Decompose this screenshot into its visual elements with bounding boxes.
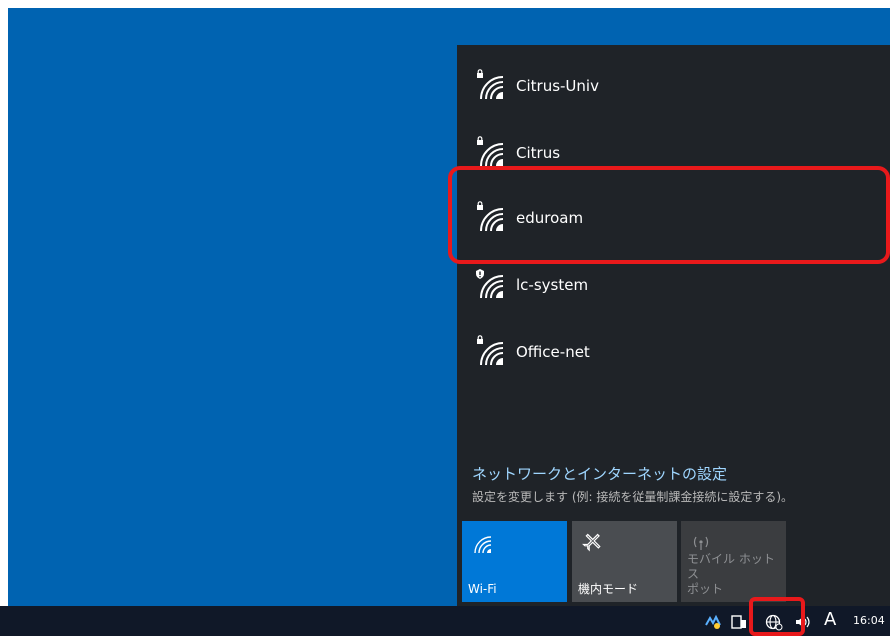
wifi-secured-icon	[477, 136, 504, 167]
network-ssid: Citrus-Univ	[516, 77, 599, 95]
network-ssid: lc-system	[516, 276, 589, 294]
hotspot-label-line1: モバイル ホットス	[687, 552, 775, 581]
wifi-toggle-button[interactable]: Wi-Fi	[462, 521, 567, 602]
network-ssid: Office-net	[516, 343, 590, 361]
hotspot-label-line2: ポット	[687, 582, 724, 596]
network-item-lc-system[interactable]: lc-system	[457, 255, 890, 315]
mobile-hotspot-label: モバイル ホットス ポット	[687, 552, 786, 597]
network-flyout: Citrus-Univ Citrus eduroam lc-system Off…	[457, 45, 890, 606]
airplane-mode-label: 機内モード	[578, 582, 639, 596]
network-settings-description: 設定を変更します (例: 接続を従量制課金接続に設定する)。	[472, 490, 794, 504]
network-settings-link[interactable]: ネットワークとインターネットの設定	[472, 463, 727, 484]
wifi-warning-icon	[476, 269, 504, 299]
activity-monitor-icon[interactable]	[704, 613, 722, 631]
wifi-toggle-label: Wi-Fi	[468, 582, 497, 596]
ime-mode-indicator[interactable]: A	[824, 609, 836, 630]
network-icon-highlight-box	[749, 597, 805, 636]
airplane-mode-button[interactable]: 機内モード	[572, 521, 677, 602]
wifi-icon	[474, 536, 492, 554]
wifi-secured-icon	[477, 69, 504, 100]
wifi-secured-icon	[477, 335, 504, 366]
network-item-citrus-univ[interactable]: Citrus-Univ	[457, 56, 890, 116]
mobile-hotspot-button[interactable]: モバイル ホットス ポット	[681, 521, 786, 602]
taskbar-clock[interactable]: 16:04	[853, 614, 885, 627]
ime-icon[interactable]	[730, 613, 748, 631]
airplane-icon	[582, 533, 601, 552]
network-item-office-net[interactable]: Office-net	[457, 322, 890, 382]
eduroam-highlight-box	[448, 166, 890, 264]
